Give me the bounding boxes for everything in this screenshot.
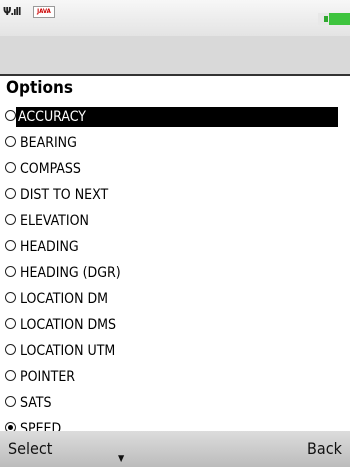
option-label: ELEVATION: [20, 213, 89, 229]
option-item[interactable]: LOCATION DM: [0, 286, 350, 312]
select-softkey[interactable]: Select: [8, 439, 52, 458]
option-label: LOCATION DM: [20, 291, 109, 307]
option-item[interactable]: LOCATION UTM: [0, 338, 350, 364]
radio-icon[interactable]: [5, 266, 16, 277]
option-item[interactable]: ACCURACY: [0, 104, 350, 130]
option-label: POINTER: [20, 369, 76, 385]
battery-cap: [324, 16, 328, 22]
page-title: Options: [6, 78, 74, 98]
option-item[interactable]: HEADING (DGR): [0, 260, 350, 286]
radio-icon[interactable]: [5, 344, 16, 355]
option-label: SATS: [20, 395, 52, 411]
radio-icon[interactable]: [5, 162, 16, 173]
option-label: DIST TO NEXT: [20, 187, 109, 203]
signal-icon: Ψ.ıll: [3, 5, 21, 18]
option-item[interactable]: HEADING: [0, 234, 350, 260]
option-item[interactable]: LOCATION DMS: [0, 312, 350, 338]
header-band: [0, 36, 350, 74]
option-label: BEARING: [20, 135, 77, 151]
option-label: HEADING: [20, 239, 79, 255]
radio-icon[interactable]: [5, 136, 16, 147]
option-label: COMPASS: [20, 161, 81, 177]
options-list: ACCURACY BEARING COMPASS DIST TO NEXT EL…: [0, 104, 350, 442]
radio-icon[interactable]: [5, 188, 16, 199]
softkey-bar: Select ▼ Back: [0, 431, 350, 467]
back-softkey[interactable]: Back: [307, 439, 342, 458]
radio-icon[interactable]: [5, 110, 16, 121]
radio-icon[interactable]: [5, 396, 16, 407]
battery-icon: [318, 13, 350, 25]
option-item[interactable]: ELEVATION: [0, 208, 350, 234]
radio-icon[interactable]: [5, 240, 16, 251]
radio-icon[interactable]: [5, 318, 16, 329]
option-item[interactable]: POINTER: [0, 364, 350, 390]
option-label: HEADING (DGR): [20, 265, 121, 281]
radio-icon[interactable]: [5, 370, 16, 381]
battery-fill: [329, 13, 350, 25]
divider: [0, 74, 350, 76]
option-item[interactable]: DIST TO NEXT: [0, 182, 350, 208]
option-item[interactable]: BEARING: [0, 130, 350, 156]
option-label: ACCURACY: [16, 107, 338, 127]
down-arrow-icon: ▼: [118, 454, 125, 464]
option-label: LOCATION UTM: [20, 343, 116, 359]
option-label: LOCATION DMS: [20, 317, 117, 333]
option-item[interactable]: SATS: [0, 390, 350, 416]
radio-icon[interactable]: [5, 214, 16, 225]
java-badge: JAVA: [33, 6, 55, 18]
radio-icon[interactable]: [5, 292, 16, 303]
option-item[interactable]: COMPASS: [0, 156, 350, 182]
status-bar: Ψ.ıll JAVA: [0, 0, 350, 36]
